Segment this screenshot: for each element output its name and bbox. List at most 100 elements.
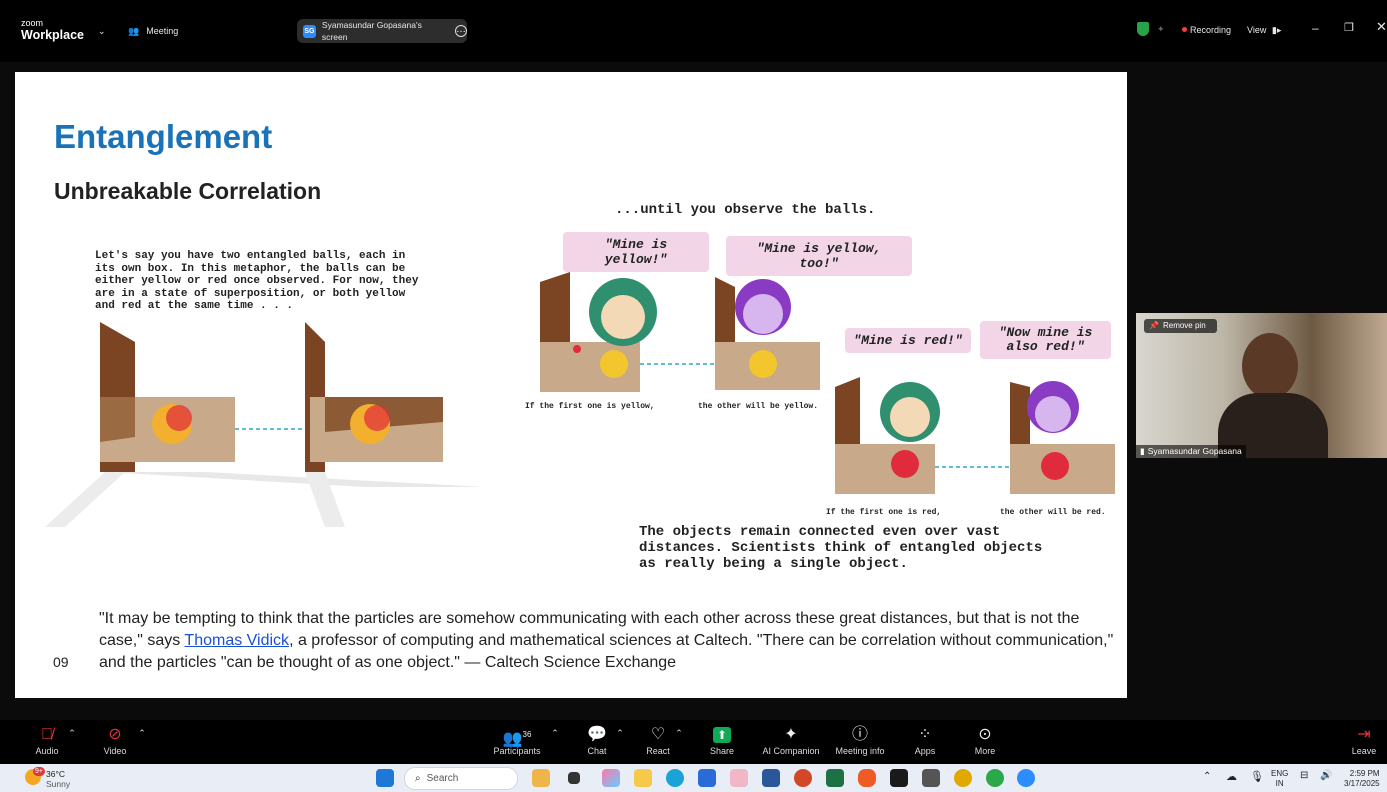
- caption-yellow-right: the other will be yellow.: [698, 402, 819, 411]
- zoom-top-bar: zoom Workplace ⌄ 👥 Meeting SG Syamasunda…: [0, 0, 1387, 62]
- volume-icon[interactable]: 🔊: [1320, 770, 1332, 781]
- copilot-icon[interactable]: [602, 769, 620, 787]
- meeting-label: Meeting: [146, 26, 179, 36]
- participants-count: 36: [522, 730, 532, 739]
- recording-label[interactable]: Recording: [1190, 24, 1231, 36]
- apps-label: Apps: [914, 746, 936, 756]
- windows-start-icon[interactable]: [376, 769, 394, 787]
- chrome-profile-icon[interactable]: [986, 769, 1004, 787]
- info-icon: ⓘ: [851, 726, 868, 743]
- temperature: 36°C: [46, 769, 65, 779]
- word-icon[interactable]: [762, 769, 780, 787]
- onedrive-icon[interactable]: ☁: [1226, 770, 1237, 783]
- excel-icon[interactable]: [826, 769, 844, 787]
- language-line2: IN: [1275, 779, 1284, 788]
- mic-tray-icon[interactable]: 🎙: [1250, 770, 1264, 783]
- network-icon[interactable]: ⊟: [1300, 770, 1308, 781]
- bubble-mine-red: "Mine is red!": [845, 328, 971, 353]
- floor-shadow: [105, 472, 485, 487]
- chrome-icon[interactable]: [954, 769, 972, 787]
- intro-text: Let's say you have two entangled balls, …: [95, 250, 419, 312]
- shared-slide: Entanglement Unbreakable Correlation Let…: [15, 72, 1127, 698]
- language-indicator[interactable]: ENG IN: [1271, 769, 1288, 789]
- windows-taskbar: 9+ 36°C Sunny ⌕ Search ⌃ ☁ 🎙 ENG IN ⊟ 🔊 …: [0, 764, 1387, 792]
- remove-pin-button[interactable]: 📌 Remove pin: [1144, 319, 1217, 333]
- file-explorer-icon[interactable]: [634, 769, 652, 787]
- yellow-observed-illustration: [540, 272, 820, 392]
- view-grid-icon: ▮▸: [1271, 25, 1282, 35]
- bubble-now-mine-red: "Now mine is also red!": [980, 321, 1111, 359]
- participants-label: Participants: [493, 746, 541, 756]
- slide-subtitle: Unbreakable Correlation: [54, 178, 322, 204]
- signal-icon: ▮: [1140, 446, 1145, 456]
- ai-companion-button[interactable]: ✦ AI Companion: [756, 724, 826, 756]
- clock-date: 3/17/2025: [1344, 779, 1380, 788]
- video-options-chevron-icon[interactable]: ⌃: [132, 728, 152, 739]
- participant-name-tag: ▮ Syamasundar Gopasana: [1136, 445, 1246, 458]
- edge-icon[interactable]: [666, 769, 684, 787]
- pin-icon: 📌: [1149, 321, 1159, 330]
- screen-share-indicator[interactable]: SG Syamasundar Gopasana's screen …: [297, 19, 467, 43]
- audio-options-chevron-icon[interactable]: ⌃: [62, 728, 82, 739]
- caption-yellow-left: If the first one is yellow,: [525, 402, 655, 411]
- recording-dot-icon: [1182, 27, 1187, 32]
- restore-icon[interactable]: ❐: [1344, 22, 1354, 34]
- close-icon[interactable]: ✕: [1376, 20, 1387, 33]
- audio-label: Audio: [35, 746, 59, 756]
- shield-icon: [1137, 22, 1149, 36]
- share-button[interactable]: ⬆ Share: [687, 724, 757, 756]
- weather-widget[interactable]: 36°C Sunny: [46, 769, 70, 789]
- observe-header: ...until you observe the balls.: [615, 202, 876, 218]
- meeting-info-button[interactable]: ⓘ Meeting info: [825, 724, 895, 756]
- more-label: More: [974, 746, 996, 756]
- more-button[interactable]: ⊙ More: [950, 724, 1020, 756]
- chat-label: Chat: [587, 746, 607, 756]
- search-placeholder: Search: [426, 773, 459, 784]
- ball-right-red-overlay: [364, 405, 390, 431]
- cursor-dot: [573, 345, 581, 353]
- superposition-illustration: [45, 322, 485, 527]
- ball-yellow-right: [749, 350, 777, 378]
- weather-badge: 9+: [33, 767, 45, 776]
- meeting-menu[interactable]: 👥 Meeting: [128, 25, 178, 37]
- brave-icon[interactable]: [858, 769, 876, 787]
- task-view-icon[interactable]: [568, 772, 580, 784]
- powerpoint-icon[interactable]: [794, 769, 812, 787]
- react-chevron-icon[interactable]: ⌃: [669, 728, 689, 739]
- leave-button[interactable]: ⇥ Leave: [1329, 724, 1387, 756]
- view-button[interactable]: View ▮▸: [1247, 24, 1281, 36]
- participants-button[interactable]: 👥36 Participants: [482, 724, 552, 756]
- photos-icon[interactable]: [730, 769, 748, 787]
- caltech-quote: "It may be tempting to think that the pa…: [99, 608, 1119, 674]
- mail-icon[interactable]: [922, 769, 940, 787]
- ball-red-left: [891, 450, 919, 478]
- meeting-info-label: Meeting info: [835, 746, 885, 756]
- clock[interactable]: 2:59 PM 3/17/2025: [1344, 769, 1380, 789]
- zoom-app-icon[interactable]: [1017, 769, 1035, 787]
- red-observed-illustration: [835, 377, 1115, 494]
- caption-red-right: the other will be red.: [1000, 508, 1106, 517]
- sparkle-icon: ✦: [1157, 24, 1165, 34]
- ball-yellow-left: [600, 350, 628, 378]
- meeting-controls: 🎙̸ Audio ⌃ ⊘ Video ⌃ 👥36 Participants ⌃ …: [0, 720, 1387, 764]
- more-options-icon[interactable]: …: [455, 25, 467, 37]
- speaker-head: [1242, 333, 1298, 399]
- pinned-video-tile[interactable]: 📌 Remove pin ▮ Syamasundar Gopasana: [1136, 313, 1387, 458]
- share-label: Share: [709, 746, 735, 756]
- tray-chevron-icon[interactable]: ⌃: [1203, 771, 1211, 782]
- chevron-down-icon[interactable]: ⌄: [98, 25, 106, 37]
- search-icon: ⌕: [415, 773, 421, 784]
- weather-condition: Sunny: [46, 779, 71, 789]
- people-icon: 👥: [128, 26, 140, 36]
- store-icon[interactable]: [698, 769, 716, 787]
- share-icon: ⬆: [687, 724, 757, 746]
- netflix-icon[interactable]: [890, 769, 908, 787]
- thomas-vidick-link[interactable]: Thomas Vidick: [184, 632, 289, 649]
- news-widget-icon[interactable]: [532, 769, 550, 787]
- leave-label: Leave: [1351, 746, 1377, 756]
- taskbar-search[interactable]: ⌕ Search: [404, 767, 518, 790]
- more-dots-icon: ⊙: [978, 726, 992, 743]
- presenter-avatar-badge: SG: [303, 24, 316, 38]
- minimize-icon[interactable]: –: [1312, 22, 1319, 34]
- slide-page-number: 09: [53, 654, 69, 670]
